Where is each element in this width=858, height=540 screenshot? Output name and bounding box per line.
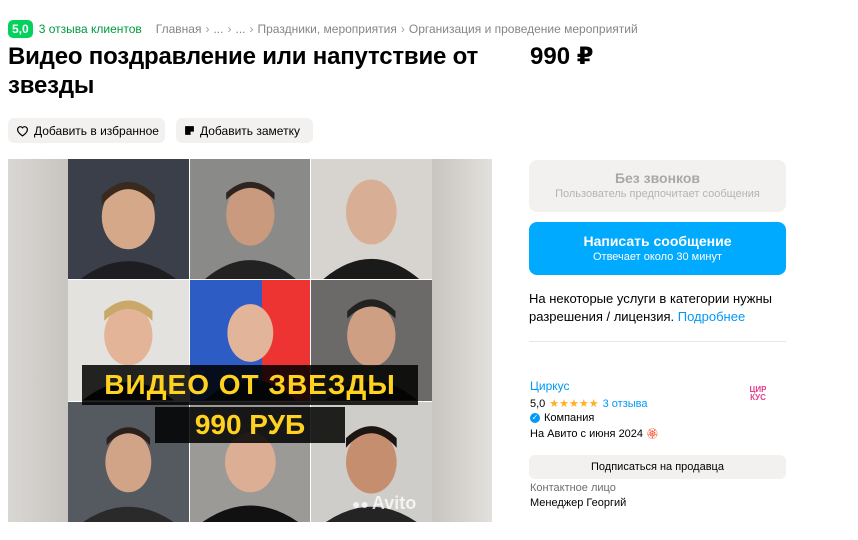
celebrity-photo-grid (68, 159, 432, 522)
seller-type-label: Компания (544, 412, 595, 424)
portrait-photo (311, 159, 432, 280)
photo-blur-left (8, 159, 68, 522)
client-reviews-link[interactable]: 3 отзыва клиентов (39, 22, 142, 36)
divider (529, 341, 786, 342)
response-time-label: Отвечает около 30 минут (592, 251, 723, 263)
add-to-favorites-label: Добавить в избранное (34, 123, 159, 138)
seller-since-label: На Авито с июня 2024 (530, 428, 644, 440)
breadcrumb-collapsed-1[interactable]: ... (213, 22, 223, 36)
seller-type: ✓ Компания (530, 412, 594, 424)
no-calls-button: Без звонков Пользователь предпочитает со… (529, 160, 786, 212)
listing-title: Видео поздравление или напутствие от зве… (8, 43, 479, 99)
license-notice: На некоторые услуги в категории нужны ра… (529, 290, 789, 326)
no-calls-label: Без звонков (614, 170, 701, 186)
license-details-link[interactable]: Подробнее (678, 309, 745, 324)
seller-avatar[interactable]: ЦИР КУС (744, 380, 772, 408)
seller-reviews-link[interactable]: 3 отзыва (603, 398, 648, 410)
seller-name-link[interactable]: Циркус (530, 379, 570, 393)
add-note-button[interactable]: Добавить заметку (176, 118, 313, 143)
verified-check-icon: ✓ (530, 413, 540, 423)
top-bar: 5,0 3 отзыва клиентов Главная › ... › ..… (8, 20, 638, 38)
portrait-photo (68, 159, 189, 280)
promo-title: ВИДЕО ОТ ЗВЕЗДЫ (82, 365, 418, 405)
breadcrumb-home[interactable]: Главная (156, 22, 202, 36)
star-rating-icon: ★★★★★ (549, 398, 599, 410)
seller-since: На Авито с июня 2024 🏵 (530, 428, 659, 440)
avito-logo-icon: ●● (352, 495, 369, 512)
breadcrumb-holidays[interactable]: Праздники, мероприятия (258, 22, 397, 36)
promo-price: 990 РУБ (154, 407, 346, 443)
photo-blur-right (432, 159, 492, 522)
medal-icon: 🏵 (646, 428, 659, 440)
no-calls-subtitle: Пользователь предпочитает сообщения (555, 188, 760, 200)
breadcrumb-separator: › (227, 22, 232, 36)
seller-rating-value: 5,0 (530, 397, 546, 410)
breadcrumb-separator: › (400, 22, 405, 36)
write-message-button[interactable]: Написать сообщение Отвечает около 30 мин… (529, 222, 786, 275)
rating-badge: 5,0 (8, 20, 33, 38)
write-message-label: Написать сообщение (583, 233, 732, 249)
seller-rating: 5,0 ★★★★★ 3 отзыва (530, 397, 648, 411)
breadcrumb-separator: › (205, 22, 210, 36)
promo-banner: ВИДЕО ОТ ЗВЕЗДЫ 990 РУБ (82, 365, 418, 443)
contact-person-label: Контактное лицо (530, 482, 616, 494)
breadcrumb-collapsed-2[interactable]: ... (235, 22, 245, 36)
breadcrumb-separator: › (249, 22, 254, 36)
portrait-photo (189, 159, 311, 280)
contact-person-name: Менеджер Георгий (530, 497, 627, 509)
breadcrumb-event-organization[interactable]: Организация и проведение мероприятий (409, 22, 638, 36)
listing-photo[interactable]: ВИДЕО ОТ ЗВЕЗДЫ 990 РУБ ●● Avito (8, 159, 492, 522)
note-icon (184, 125, 195, 136)
add-to-favorites-button[interactable]: Добавить в избранное (8, 118, 165, 143)
subscribe-seller-button[interactable]: Подписаться на продавца (529, 455, 786, 479)
listing-price: 990 ₽ (530, 43, 594, 70)
add-note-label: Добавить заметку (200, 123, 300, 138)
avito-watermark: ●● Avito (352, 493, 417, 513)
heart-icon (16, 125, 29, 137)
